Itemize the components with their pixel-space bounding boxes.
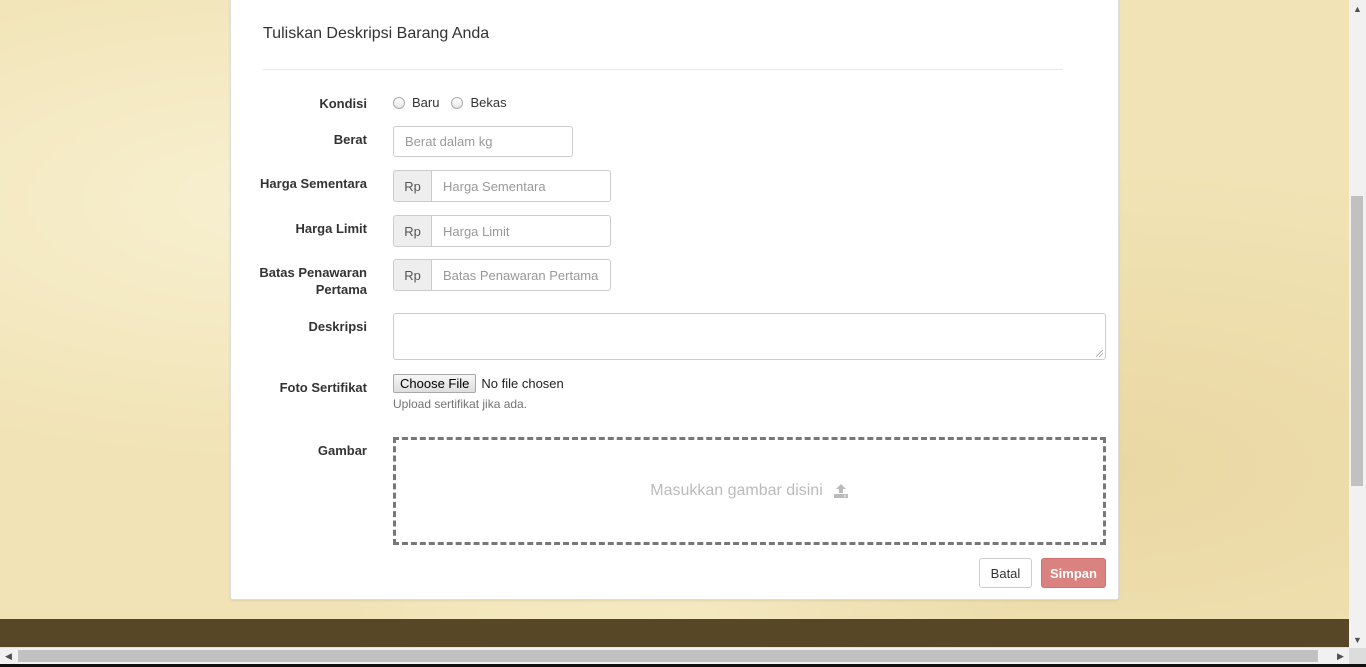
- scroll-right-icon[interactable]: ▶: [1332, 648, 1349, 665]
- upload-icon: [833, 483, 849, 499]
- gambar-label: Gambar: [317, 443, 367, 458]
- kondisi-option-baru[interactable]: Baru: [393, 95, 439, 110]
- file-status: No file chosen: [481, 376, 564, 391]
- harga-limit-label: Harga Limit: [295, 221, 367, 236]
- deskripsi-textarea[interactable]: [393, 313, 1106, 360]
- harga-sementara-group: Rp Harga Sementara: [393, 170, 611, 202]
- choose-file-button[interactable]: Choose File: [393, 374, 477, 393]
- scrollbar-corner: [1349, 648, 1366, 665]
- scroll-left-icon[interactable]: ◀: [0, 648, 17, 665]
- berat-input[interactable]: Berat dalam kg: [393, 126, 573, 157]
- batas-penawaran-input[interactable]: Batas Penawaran Pertama: [432, 259, 611, 291]
- simpan-button[interactable]: Simpan: [1041, 558, 1106, 588]
- vertical-scroll-thumb[interactable]: [1351, 196, 1363, 486]
- batas-penawaran-label: Batas Penawaran Pertama: [231, 264, 367, 298]
- foto-sertifikat-help: Upload sertifikat jika ada.: [393, 397, 528, 411]
- kondisi-option-bekas[interactable]: Bekas: [451, 95, 507, 110]
- batal-button[interactable]: Batal: [979, 558, 1032, 588]
- image-dropzone[interactable]: Masukkan gambar disini: [393, 437, 1106, 545]
- harga-sementara-label: Harga Sementara: [260, 176, 367, 191]
- harga-limit-input[interactable]: Harga Limit: [432, 215, 611, 247]
- radio-bekas-label: Bekas: [470, 95, 507, 110]
- title-divider: [263, 69, 1063, 70]
- form-title: Tuliskan Deskripsi Barang Anda: [263, 25, 490, 42]
- harga-limit-placeholder: Harga Limit: [443, 223, 510, 239]
- harga-limit-addon: Rp: [393, 215, 432, 247]
- horizontal-scroll-thumb[interactable]: [18, 650, 1318, 662]
- harga-sementara-input[interactable]: Harga Sementara: [432, 170, 611, 202]
- batas-penawaran-group: Rp Batas Penawaran Pertama: [393, 259, 611, 291]
- radio-baru[interactable]: [393, 96, 405, 109]
- berat-placeholder: Berat dalam kg: [405, 134, 493, 149]
- scroll-up-icon[interactable]: ▲: [1349, 0, 1366, 17]
- batas-penawaran-label-line1: Batas Penawaran: [259, 265, 367, 280]
- radio-bekas[interactable]: [451, 96, 464, 109]
- radio-baru-label: Baru: [412, 95, 440, 110]
- scroll-down-icon[interactable]: ▼: [1349, 631, 1366, 648]
- textarea-resize-handle[interactable]: [1096, 350, 1103, 357]
- berat-label: Berat: [333, 132, 367, 147]
- harga-sementara-placeholder: Harga Sementara: [443, 178, 546, 194]
- deskripsi-label: Deskripsi: [308, 319, 367, 334]
- foto-sertifikat-label: Foto Sertifikat: [279, 380, 367, 395]
- batas-penawaran-addon: Rp: [393, 259, 432, 291]
- horizontal-scrollbar[interactable]: ◀ ▶: [0, 648, 1349, 665]
- page-footer: [0, 619, 1349, 647]
- form-card: Tuliskan Deskripsi Barang Anda Kondisi B…: [230, 0, 1119, 600]
- harga-limit-group: Rp Harga Limit: [393, 215, 611, 247]
- kondisi-label: Kondisi: [319, 96, 367, 111]
- batas-penawaran-placeholder: Batas Penawaran Pertama: [443, 267, 599, 283]
- kondisi-radio-group: Baru Bekas: [393, 95, 519, 110]
- harga-sementara-addon: Rp: [393, 170, 432, 202]
- vertical-scrollbar[interactable]: ▲ ▼: [1349, 0, 1366, 648]
- dropzone-text: Masukkan gambar disini: [650, 482, 823, 499]
- batas-penawaran-label-line2: Pertama: [315, 282, 367, 297]
- file-input: Choose File No file chosen: [393, 374, 564, 393]
